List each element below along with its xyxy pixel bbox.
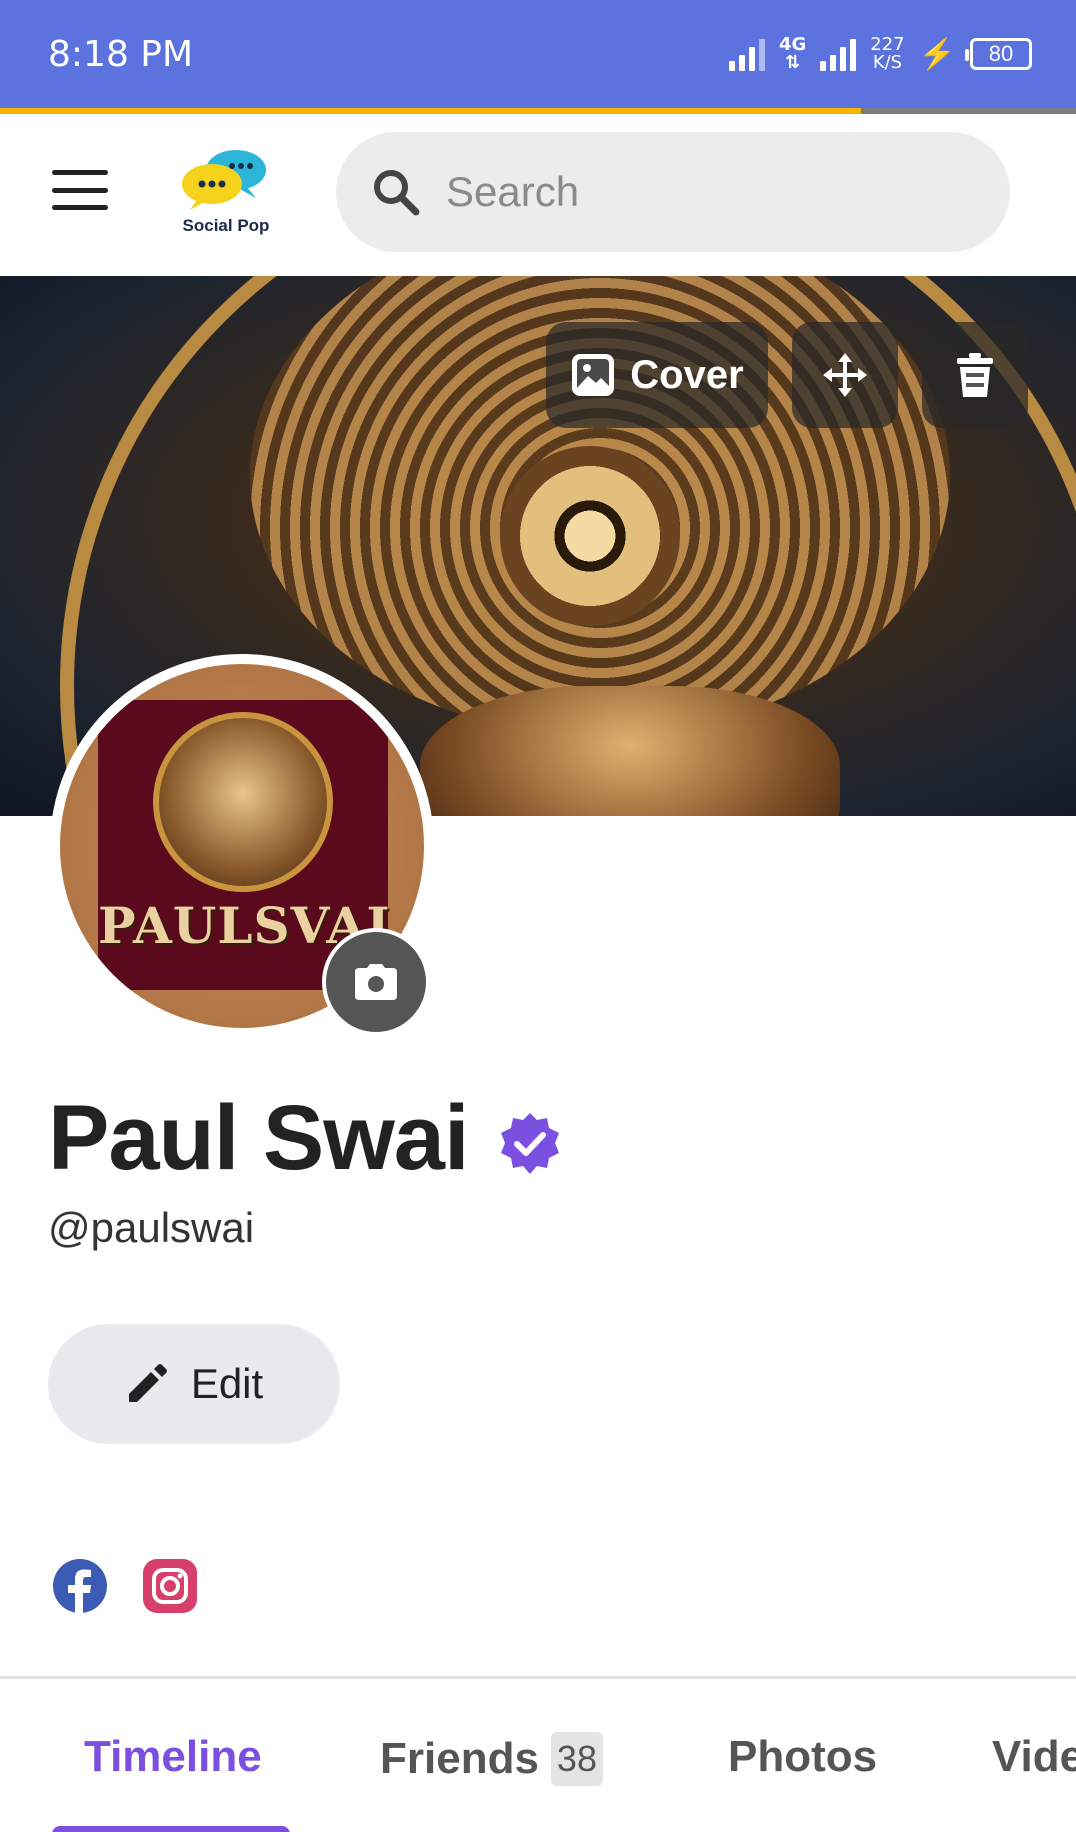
social-pop-logo[interactable]: Social Pop	[176, 148, 276, 240]
profile-tabs: Timeline Friends 38 Photos Vide	[0, 1680, 1076, 1832]
search-icon	[374, 170, 420, 216]
logo-bubbles-icon	[182, 150, 266, 210]
status-time: 8:18 PM	[48, 34, 194, 75]
charging-icon: ⚡	[918, 37, 956, 71]
search-input[interactable]	[446, 168, 966, 216]
profile-name-row: Paul Swai	[48, 1086, 563, 1191]
move-icon	[823, 353, 867, 397]
delete-cover-button[interactable]	[922, 322, 1028, 428]
network-speed: 227 K/S	[870, 34, 905, 73]
active-tab-indicator	[52, 1826, 290, 1832]
cover-face-decoration	[420, 686, 840, 816]
camera-icon	[355, 964, 397, 1000]
tab-photos[interactable]: Photos	[728, 1732, 877, 1782]
signal-icon	[728, 37, 765, 71]
edit-button-label: Edit	[190, 1360, 264, 1407]
facebook-icon[interactable]	[52, 1558, 108, 1614]
network-type: 4G ⇅	[778, 34, 807, 73]
tab-friends-label: Friends	[380, 1734, 539, 1783]
hamburger-menu-icon[interactable]	[52, 170, 108, 210]
logo-text: Social Pop	[182, 216, 270, 235]
reposition-cover-button[interactable]	[792, 322, 898, 428]
cover-medallion-decoration	[500, 446, 680, 626]
edit-profile-button[interactable]: Edit	[48, 1324, 340, 1444]
tab-timeline-label: Timeline	[84, 1732, 262, 1781]
tab-timeline[interactable]: Timeline	[84, 1732, 262, 1782]
tab-friends[interactable]: Friends 38	[380, 1732, 603, 1786]
signal-icon-2	[820, 37, 857, 71]
instagram-icon[interactable]	[142, 1558, 198, 1614]
change-cover-button[interactable]: Cover	[546, 322, 768, 428]
change-avatar-button[interactable]	[322, 928, 430, 1036]
verified-badge-icon	[500, 1112, 559, 1174]
pencil-icon	[128, 1364, 167, 1402]
cover-button-label: Cover	[630, 352, 744, 397]
search-bar[interactable]	[336, 132, 1010, 252]
battery-icon: 80	[965, 38, 1032, 70]
tab-videos-label: Vide	[992, 1732, 1076, 1781]
profile-handle: @paulswai	[48, 1204, 255, 1251]
section-divider	[0, 1676, 1076, 1679]
avatar-face-decoration	[153, 712, 333, 892]
profile-name: Paul Swai	[48, 1087, 469, 1189]
friends-count-badge: 38	[550, 1732, 603, 1786]
trash-icon	[957, 353, 993, 397]
status-bar: 8:18 PM 4G ⇅ 227 K/S ⚡ 80	[0, 0, 1076, 108]
app-header: Social Pop	[0, 114, 1076, 276]
tab-videos[interactable]: Vide	[992, 1732, 1076, 1782]
status-icons: 4G ⇅ 227 K/S ⚡ 80	[728, 34, 1032, 74]
image-icon	[572, 354, 615, 396]
tab-photos-label: Photos	[728, 1732, 878, 1781]
